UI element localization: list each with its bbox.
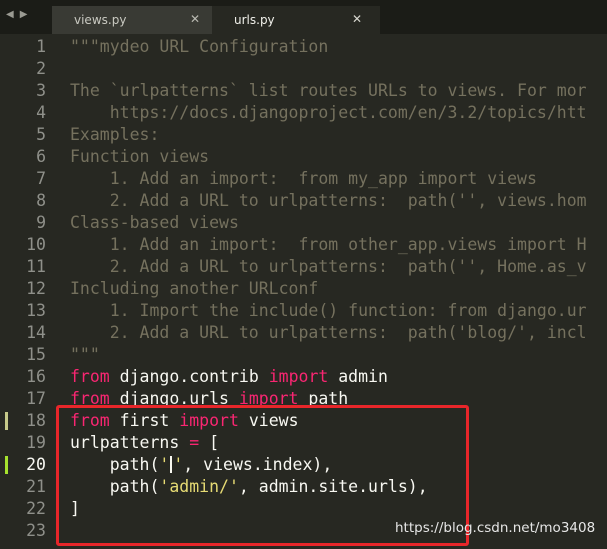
code-token: from	[70, 367, 110, 386]
code-line[interactable]: 13 1. Import the include() function: fro…	[0, 300, 607, 322]
chevron-left-icon[interactable]: ◀	[6, 9, 20, 20]
tab-views-py[interactable]: views.py ✕	[52, 6, 218, 34]
code-line[interactable]: 9 Class-based views	[0, 212, 607, 234]
line-number: 1	[36, 37, 46, 56]
code-token: import	[268, 367, 329, 386]
code-token: 1. Add an import: from other_app.views i…	[70, 235, 587, 254]
line-number: 5	[36, 125, 46, 144]
code-line[interactable]: 4 https://docs.djangoproject.com/en/3.2/…	[0, 102, 607, 124]
line-number: 20	[26, 455, 46, 474]
line-number: 7	[36, 169, 46, 188]
tab-label: urls.py	[234, 13, 275, 27]
code-token: Class-based views	[70, 213, 239, 232]
line-number: 19	[26, 433, 46, 452]
code-text: 2. Add a URL to urlpatterns: path('blog/…	[70, 322, 587, 344]
code-token: admin	[328, 367, 388, 386]
code-token: The `urlpatterns` list routes URLs to vi…	[70, 81, 587, 100]
code-line[interactable]: 1 """mydeo URL Configuration	[0, 36, 607, 58]
code-line[interactable]: 5 Examples:	[0, 124, 607, 146]
line-number: 21	[26, 477, 46, 496]
code-text: Class-based views	[70, 212, 239, 234]
line-number: 22	[26, 499, 46, 518]
line-number: 4	[36, 103, 46, 122]
code-line[interactable]: 10 1. Add an import: from other_app.view…	[0, 234, 607, 256]
code-line[interactable]: 16 from django.contrib import admin	[0, 366, 607, 388]
code-token: 1. Import the include() function: from d…	[70, 301, 587, 320]
code-text: 2. Add a URL to urlpatterns: path('', vi…	[70, 190, 587, 212]
code-token: Function views	[70, 147, 210, 166]
chevron-right-icon[interactable]: ▶	[20, 9, 34, 20]
line-number: 13	[26, 301, 46, 320]
line-number: 8	[36, 191, 46, 210]
code-token: 2. Add a URL to urlpatterns: path('', vi…	[70, 191, 587, 210]
line-number: 12	[26, 279, 46, 298]
code-token: """	[70, 345, 100, 364]
watermark: https://blog.csdn.net/mo3408	[395, 520, 596, 536]
line-number: 2	[36, 59, 46, 78]
code-line[interactable]: 14 2. Add a URL to urlpatterns: path('bl…	[0, 322, 607, 344]
line-number: 10	[26, 235, 46, 254]
tab-nav-arrows[interactable]: ◀▶	[6, 9, 42, 25]
line-number: 17	[26, 389, 46, 408]
close-icon[interactable]: ✕	[352, 12, 362, 26]
code-text: Function views	[70, 146, 209, 168]
code-token: Examples:	[70, 125, 160, 144]
code-line[interactable]: 7 1. Add an import: from my_app import v…	[0, 168, 607, 190]
tab-urls-py[interactable]: urls.py ✕	[212, 6, 380, 34]
code-text: https://docs.djangoproject.com/en/3.2/to…	[70, 102, 587, 124]
tab-bar: ◀▶ views.py ✕ urls.py ✕	[0, 0, 607, 34]
code-text: """	[70, 344, 100, 366]
line-number: 15	[26, 345, 46, 364]
code-line[interactable]: 15 """	[0, 344, 607, 366]
code-token: 2. Add a URL to urlpatterns: path('', Ho…	[70, 257, 587, 276]
code-text: 1. Import the include() function: from d…	[70, 300, 587, 322]
code-text: from django.contrib import admin	[70, 366, 388, 388]
code-text: 1. Add an import: from other_app.views i…	[70, 234, 587, 256]
line-number: 16	[26, 367, 46, 386]
line-number: 14	[26, 323, 46, 342]
code-token: https://docs.djangoproject.com/en/3.2/to…	[70, 103, 587, 122]
code-token: 1. Add an import: from my_app import vie…	[70, 169, 537, 188]
tab-label: views.py	[74, 13, 127, 27]
line-number: 23	[26, 521, 46, 540]
code-token: django.contrib	[109, 367, 269, 386]
code-line[interactable]: 6 Function views	[0, 146, 607, 168]
code-token: 2. Add a URL to urlpatterns: path('blog/…	[70, 323, 587, 342]
line-number: 3	[36, 81, 46, 100]
code-text: The `urlpatterns` list routes URLs to vi…	[70, 80, 587, 102]
line-number: 6	[36, 147, 46, 166]
code-text: """mydeo URL Configuration	[70, 36, 328, 58]
line-number: 9	[36, 213, 46, 232]
line-number: 18	[26, 411, 46, 430]
code-line[interactable]: 11 2. Add a URL to urlpatterns: path('',…	[0, 256, 607, 278]
line-number: 11	[26, 257, 46, 276]
code-line[interactable]: 2	[0, 58, 607, 80]
code-line[interactable]: 8 2. Add a URL to urlpatterns: path('', …	[0, 190, 607, 212]
code-text: Including another URLconf	[70, 278, 318, 300]
code-text: Examples:	[70, 124, 159, 146]
code-text: 1. Add an import: from my_app import vie…	[70, 168, 537, 190]
code-line[interactable]: 12 Including another URLconf	[0, 278, 607, 300]
code-token: """mydeo URL Configuration	[70, 37, 329, 56]
code-text: 2. Add a URL to urlpatterns: path('', Ho…	[70, 256, 587, 278]
close-icon[interactable]: ✕	[190, 12, 200, 26]
code-token: Including another URLconf	[70, 279, 319, 298]
code-line[interactable]: 3 The `urlpatterns` list routes URLs to v…	[0, 80, 607, 102]
